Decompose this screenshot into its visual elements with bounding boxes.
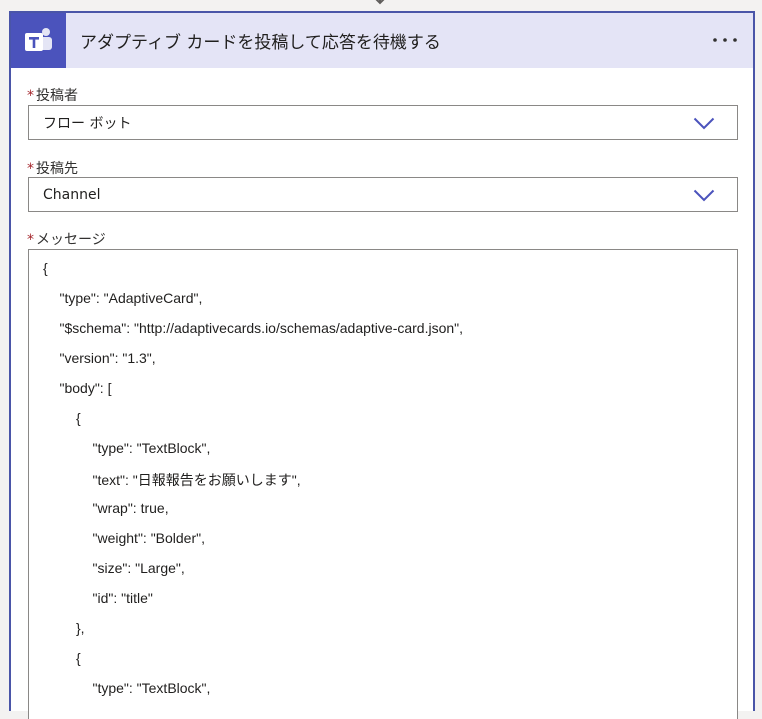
message-line: "text": "日報報告をお願いします", <box>92 472 301 488</box>
card-header[interactable]: アダプティブ カードを投稿して応答を待機する <box>11 13 753 68</box>
message-line: "type": "AdaptiveCard", <box>59 290 203 306</box>
message-line: }, <box>76 620 85 636</box>
message-line: { <box>76 650 81 666</box>
poster-dropdown[interactable]: フロー ボット <box>28 105 738 140</box>
message-label: * メッセージ <box>27 229 106 249</box>
teams-icon <box>11 13 66 68</box>
post-in-dropdown-value: Channel <box>43 186 101 203</box>
poster-dropdown-value: フロー ボット <box>43 115 132 132</box>
more-options-button[interactable] <box>711 27 739 53</box>
message-line: "size": "Large", <box>92 560 185 576</box>
connector-arrow-icon <box>375 0 385 5</box>
poster-label-text: 投稿者 <box>36 88 78 104</box>
message-textarea[interactable]: { "type": "AdaptiveCard", "$schema": "http… <box>28 249 738 719</box>
message-line: "version": "1.3", <box>59 350 156 366</box>
action-card: アダプティブ カードを投稿して応答を待機する * 投稿者 フロー ボット * 投稿先… <box>9 11 755 719</box>
required-mark: * <box>27 232 34 248</box>
poster-label: * 投稿者 <box>27 85 78 105</box>
message-line: "id": "title" <box>92 590 153 606</box>
required-mark: * <box>27 161 34 177</box>
post-in-label-text: 投稿先 <box>36 161 78 177</box>
message-line: { <box>43 260 48 276</box>
required-mark: * <box>27 88 34 104</box>
message-label-text: メッセージ <box>36 232 106 248</box>
post-in-dropdown[interactable]: Channel <box>28 177 738 212</box>
message-line: "wrap": true, <box>92 500 169 516</box>
message-line: "type": "TextBlock", <box>92 440 211 456</box>
message-line: "type": "TextBlock", <box>92 680 211 696</box>
message-line: "weight": "Bolder", <box>92 530 206 546</box>
message-line: "$schema": "http://adaptivecards.io/sche… <box>59 320 464 336</box>
post-in-label: * 投稿先 <box>27 158 78 178</box>
more-icon <box>713 38 737 42</box>
message-line: { <box>76 410 81 426</box>
card-title: アダプティブ カードを投稿して応答を待機する <box>80 33 441 53</box>
message-line: "body": [ <box>59 380 112 396</box>
chevron-down-icon <box>693 117 715 130</box>
chevron-down-icon <box>693 189 715 202</box>
